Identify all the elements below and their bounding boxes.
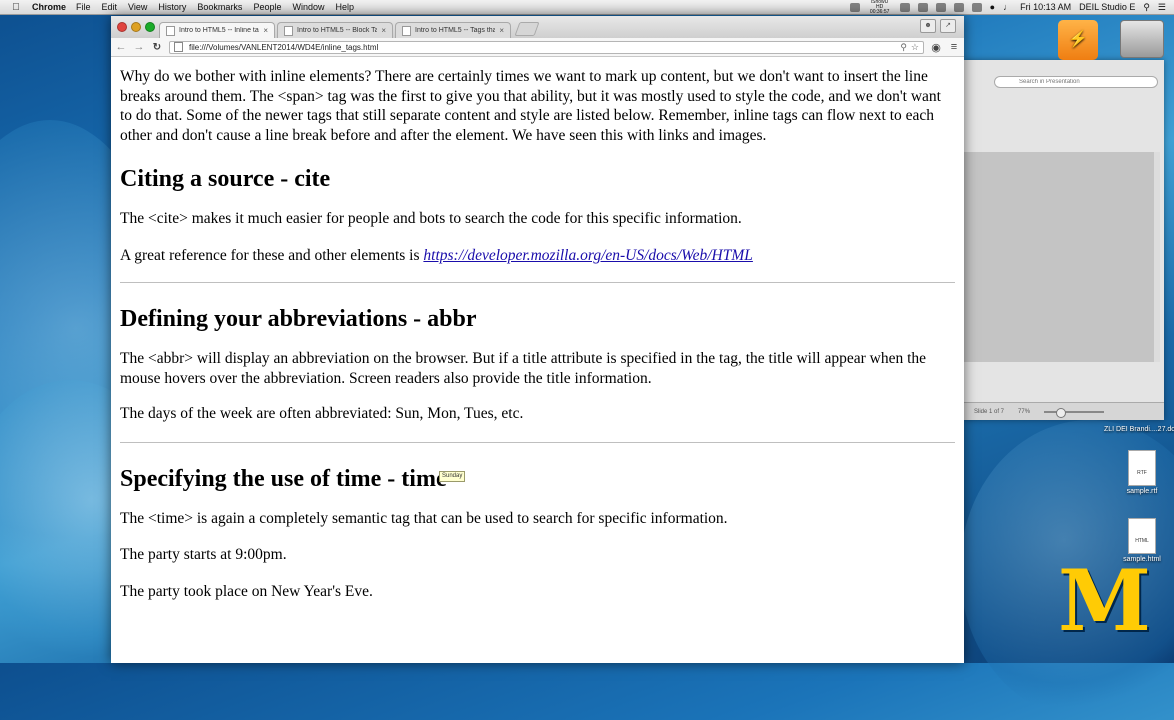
abbr-tooltip: Sunday xyxy=(439,471,466,482)
title-buttons: ☻ ↗ xyxy=(920,19,956,33)
tab-label: Intro to HTML5 -- Block Ta xyxy=(297,27,378,34)
mdn-link[interactable]: https://developer.mozilla.org/en-US/docs… xyxy=(423,247,753,264)
back-icon[interactable]: ← xyxy=(115,41,127,53)
menu-view[interactable]: View xyxy=(128,2,147,12)
chrome-menu-icon[interactable]: ≡ xyxy=(948,41,960,53)
zoom-slider[interactable] xyxy=(1044,407,1105,418)
desktop-file-docx[interactable]: ZLI DEI Brandi....27.docx xyxy=(1104,424,1174,433)
time-paragraph: The <time> is again a completely semanti… xyxy=(120,509,728,527)
zoom-window-button[interactable] xyxy=(145,22,155,32)
tab-tags-that[interactable]: Intro to HTML5 -- Tags tha × xyxy=(395,22,511,38)
hard-drive-desktop-icon[interactable] xyxy=(1112,20,1172,58)
abbr-paragraph: The <abbr> will display an abbreviation … xyxy=(120,350,927,387)
file-label: sample.rtf xyxy=(1126,488,1158,495)
omnibox-icons: ⚲ ☆ xyxy=(900,42,919,53)
spotlight-icon[interactable]: ⚲ xyxy=(1143,2,1150,13)
bookmark-star-icon[interactable]: ☆ xyxy=(911,42,919,53)
page-content: Why do we bother with inline elements? T… xyxy=(111,57,964,663)
days-paragraph: The days of the week are often abbreviat… xyxy=(120,405,524,422)
slide-canvas[interactable] xyxy=(964,152,1160,362)
divider xyxy=(120,282,955,283)
usb-icon: ⚡ xyxy=(1058,20,1098,60)
bluetooth-icon[interactable] xyxy=(971,2,982,12)
desktop-file-rtf[interactable]: RTF sample.rtf xyxy=(1112,450,1172,495)
close-tab-icon[interactable]: × xyxy=(263,26,268,35)
keynote-window: ⚲ Slide 1 of 7 77% xyxy=(964,60,1164,420)
browser-toolbar: ← → ↻ file:///Volumes/VANLENT2014/WD4E/i… xyxy=(111,38,964,57)
notification-center-icon[interactable]: ☰ xyxy=(1158,2,1166,13)
tab-label: Intro to HTML5 -- Inline ta xyxy=(179,27,259,34)
cite-paragraph: The <cite> makes it much easier for peop… xyxy=(120,210,742,227)
apple-menu-icon[interactable]:  xyxy=(10,2,22,13)
cite-heading: Citing a source - cite xyxy=(120,166,331,192)
university-logo: M xyxy=(1058,551,1151,650)
ishowu-status[interactable]: iShowU HD 00:36:57 xyxy=(868,0,892,15)
clock[interactable]: Fri 10:13 AM xyxy=(1020,2,1071,12)
close-window-button[interactable] xyxy=(117,22,127,32)
party-start-paragraph: The party starts at 9:00pm. xyxy=(120,546,287,563)
browser-title-bar: Intro to HTML5 -- Inline ta × Intro to H… xyxy=(111,16,964,38)
abbr-heading: Defining your abbreviations - abbr xyxy=(120,306,477,332)
hard-drive-icon xyxy=(1120,20,1164,58)
tab-block-tags[interactable]: Intro to HTML5 -- Block Ta × xyxy=(277,22,393,38)
browser-window: Intro to HTML5 -- Inline ta × Intro to H… xyxy=(111,16,964,663)
menu-file[interactable]: File xyxy=(76,2,91,12)
document-icon: RTF xyxy=(1128,450,1156,486)
menu-help[interactable]: Help xyxy=(335,2,354,12)
reference-paragraph: A great reference for these and other el… xyxy=(120,246,955,266)
extension-icon[interactable]: ◉ xyxy=(930,41,942,54)
status-icon[interactable] xyxy=(899,2,910,12)
volume-icon[interactable]: ♩ xyxy=(1003,2,1012,12)
menu-people[interactable]: People xyxy=(253,2,281,12)
address-bar[interactable]: file:///Volumes/VANLENT2014/WD4E/inline_… xyxy=(169,40,924,54)
user-menu[interactable]: DEIL Studio E xyxy=(1079,2,1135,12)
page-icon xyxy=(402,25,411,36)
airplay-icon[interactable] xyxy=(935,2,946,12)
page-icon xyxy=(284,25,293,36)
page-icon xyxy=(166,25,175,36)
close-tab-icon[interactable]: × xyxy=(381,26,386,35)
status-icon[interactable] xyxy=(849,2,860,12)
menu-bookmarks[interactable]: Bookmarks xyxy=(197,2,242,12)
menu-edit[interactable]: Edit xyxy=(102,2,118,12)
status-icon[interactable] xyxy=(917,2,928,12)
intro-paragraph: Why do we bother with inline elements? T… xyxy=(120,68,941,144)
party-date-paragraph: The party took place on New Year's Eve. xyxy=(120,582,373,600)
fullscreen-icon[interactable]: ↗ xyxy=(940,19,956,33)
usb-drive-desktop-icon[interactable]: ⚡ xyxy=(1048,20,1108,60)
tab-inline-tags[interactable]: Intro to HTML5 -- Inline ta × xyxy=(159,22,275,38)
document-icon: HTML xyxy=(1128,518,1156,554)
reload-icon[interactable]: ↻ xyxy=(151,42,163,53)
file-label: ZLI DEI Brandi....27.docx xyxy=(1104,426,1174,433)
divider xyxy=(120,441,955,443)
time-heading: Specifying the use of time - time xyxy=(120,465,447,492)
wifi-icon[interactable]: ● xyxy=(990,2,995,12)
menu-bar:  Chrome File Edit View History Bookmark… xyxy=(0,0,1174,15)
close-tab-icon[interactable]: × xyxy=(499,26,504,35)
page-icon xyxy=(174,42,183,52)
slide-indicator: Slide 1 of 7 xyxy=(974,408,1005,415)
tab-strip: Intro to HTML5 -- Inline ta × Intro to H… xyxy=(159,22,540,38)
scrollbar[interactable] xyxy=(1154,152,1160,362)
new-tab-button[interactable] xyxy=(514,22,540,36)
app-menu[interactable]: Chrome xyxy=(32,2,66,12)
tab-label: Intro to HTML5 -- Tags tha xyxy=(415,27,496,34)
zoom-level[interactable]: 77% xyxy=(1018,409,1030,415)
menu-window[interactable]: Window xyxy=(292,2,324,12)
zoom-icon[interactable]: ⚲ xyxy=(900,42,907,53)
presentation-search-input[interactable] xyxy=(994,76,1158,88)
profile-icon[interactable]: ☻ xyxy=(920,19,936,33)
time-machine-icon[interactable] xyxy=(953,2,964,12)
minimize-window-button[interactable] xyxy=(131,22,141,32)
keynote-status-bar: Slide 1 of 7 77% xyxy=(964,402,1164,420)
url-text[interactable]: file:///Volumes/VANLENT2014/WD4E/inline_… xyxy=(189,43,900,52)
forward-icon[interactable]: → xyxy=(133,41,145,53)
reference-text: A great reference for these and other el… xyxy=(120,246,424,264)
menu-history[interactable]: History xyxy=(158,2,186,12)
window-controls xyxy=(117,22,155,32)
